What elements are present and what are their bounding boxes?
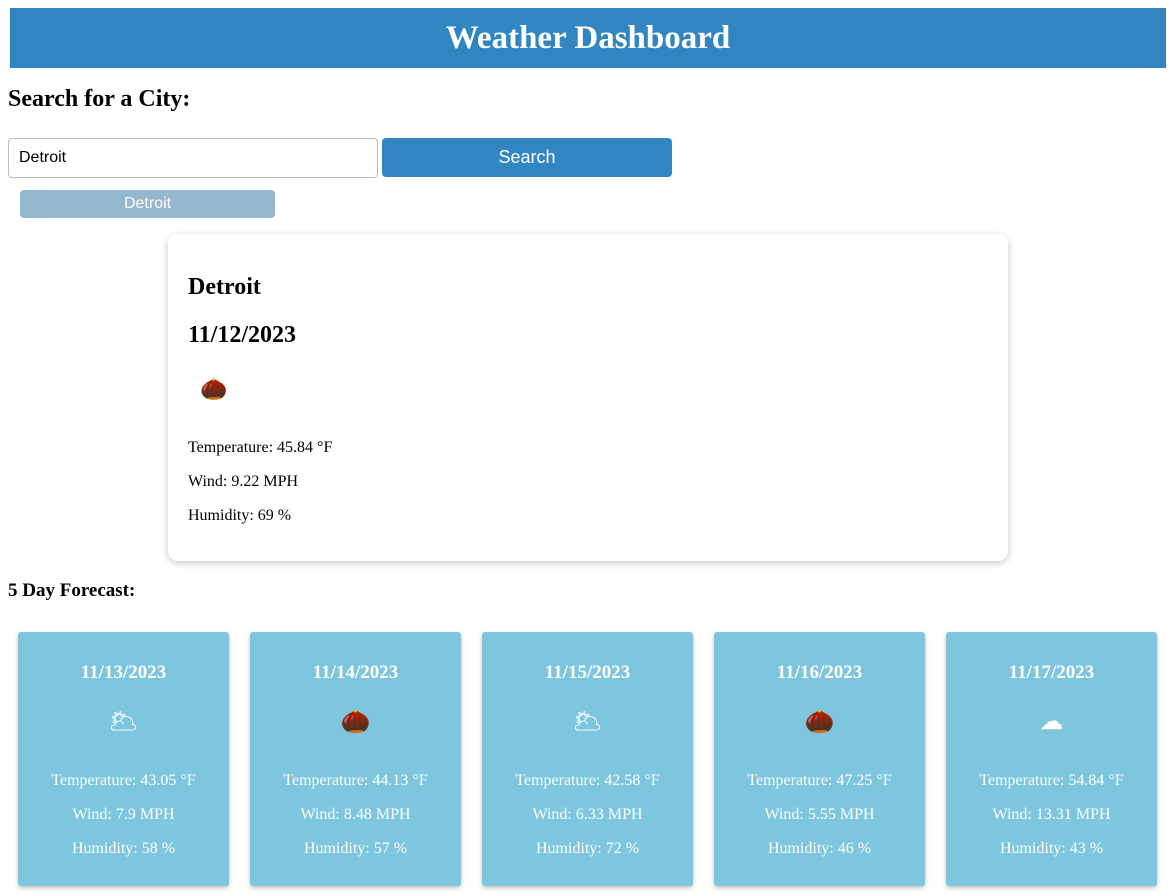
forecast-card: 11/17/2023 ☁ Temperature: 54.84 °F Wind:… bbox=[946, 632, 1157, 886]
forecast-date: 11/15/2023 bbox=[544, 662, 631, 683]
forecast-wind: Wind: 6.33 MPH bbox=[532, 806, 643, 823]
forecast-temperature: Temperature: 47.25 °F bbox=[747, 772, 892, 789]
current-temperature: Temperature: 45.84 °F bbox=[188, 439, 333, 456]
app-title: Weather Dashboard bbox=[445, 19, 731, 56]
forecast-date: 11/13/2023 bbox=[80, 662, 167, 683]
city-search-input[interactable] bbox=[8, 138, 378, 178]
forecast-date: 11/16/2023 bbox=[776, 662, 863, 683]
forecast-humidity: Humidity: 72 % bbox=[535, 840, 640, 857]
forecast-temperature: Temperature: 44.13 °F bbox=[283, 772, 428, 789]
current-wind: Wind: 9.22 MPH bbox=[188, 473, 299, 490]
forecast-humidity: Humidity: 46 % bbox=[767, 840, 872, 857]
forecast-temperature: Temperature: 43.05 °F bbox=[51, 772, 196, 789]
current-date: 11/12/2023 bbox=[188, 322, 297, 348]
forecast-heading: 5 Day Forecast: bbox=[8, 580, 136, 601]
forecast-humidity: Humidity: 58 % bbox=[71, 840, 176, 857]
few-clouds-icon: 🌥 bbox=[572, 709, 603, 735]
forecast-temperature: Temperature: 54.84 °F bbox=[979, 772, 1124, 789]
forecast-row: 11/13/2023 🌥 Temperature: 43.05 °F Wind:… bbox=[18, 632, 1158, 886]
forecast-card: 11/16/2023 🌰 Temperature: 47.25 °F Wind:… bbox=[714, 632, 925, 886]
current-humidity: Humidity: 69 % bbox=[188, 507, 292, 524]
forecast-humidity: Humidity: 43 % bbox=[999, 840, 1104, 857]
forecast-date: 11/14/2023 bbox=[312, 662, 399, 683]
forecast-wind: Wind: 7.9 MPH bbox=[72, 806, 175, 823]
broken-clouds-icon: ☁ bbox=[1039, 709, 1064, 735]
history-city-button[interactable]: Detroit bbox=[20, 190, 275, 218]
forecast-card: 11/14/2023 🌰 Temperature: 44.13 °F Wind:… bbox=[250, 632, 461, 886]
few-clouds-icon: 🌥 bbox=[108, 709, 139, 735]
forecast-humidity: Humidity: 57 % bbox=[303, 840, 408, 857]
forecast-temperature: Temperature: 42.58 °F bbox=[515, 772, 660, 789]
scattered-clouds-icon: 🌰 bbox=[804, 709, 835, 735]
scattered-clouds-icon: 🌰 bbox=[200, 376, 228, 401]
search-button[interactable]: Search bbox=[382, 138, 672, 177]
forecast-date: 11/17/2023 bbox=[1008, 662, 1095, 683]
forecast-wind: Wind: 5.55 MPH bbox=[764, 806, 875, 823]
forecast-wind: Wind: 8.48 MPH bbox=[300, 806, 411, 823]
search-heading: Search for a City: bbox=[8, 86, 191, 112]
app-header: Weather Dashboard bbox=[10, 8, 1166, 68]
current-weather-card: Detroit 11/12/2023 🌰 Temperature: 45.84 … bbox=[168, 234, 1008, 561]
current-city-name: Detroit bbox=[188, 274, 261, 300]
forecast-card: 11/13/2023 🌥 Temperature: 43.05 °F Wind:… bbox=[18, 632, 229, 886]
forecast-card: 11/15/2023 🌥 Temperature: 42.58 °F Wind:… bbox=[482, 632, 693, 886]
scattered-clouds-icon: 🌰 bbox=[340, 709, 371, 735]
forecast-wind: Wind: 13.31 MPH bbox=[992, 806, 1111, 823]
